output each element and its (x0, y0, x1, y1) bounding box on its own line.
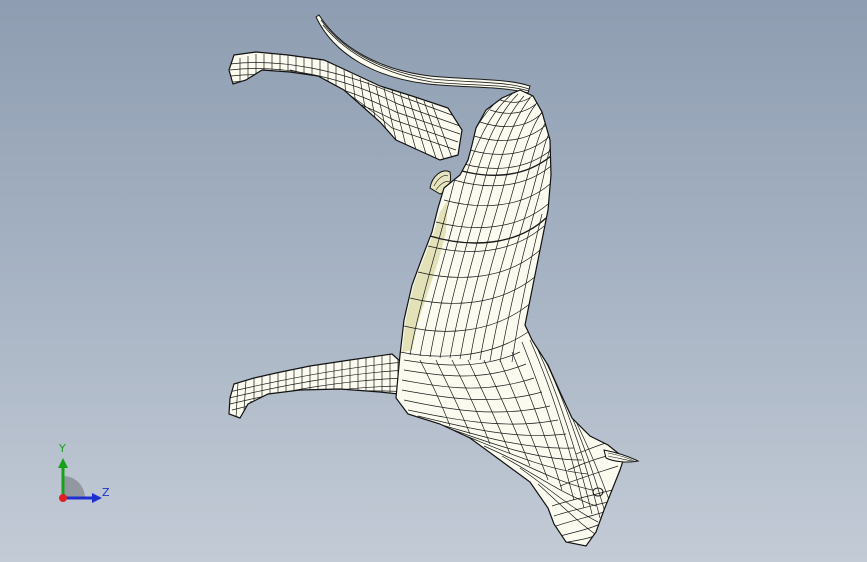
hind-leg-surface (228, 51, 463, 161)
horse-wireframe-model[interactable] (0, 0, 867, 562)
fore-leg-surface (228, 353, 411, 419)
origin-dot-icon (59, 494, 67, 502)
body-surface (395, 89, 625, 547)
triad-graphic (58, 458, 102, 503)
coordinate-triad: Y Z (44, 440, 124, 510)
z-arrowhead-icon (92, 493, 102, 503)
z-axis-label: Z (102, 486, 110, 499)
triad-plane-shape (63, 476, 85, 498)
y-axis-label: Y (59, 442, 66, 455)
y-arrowhead-icon (58, 458, 68, 468)
graphics-viewport[interactable]: Y Z (0, 0, 867, 562)
